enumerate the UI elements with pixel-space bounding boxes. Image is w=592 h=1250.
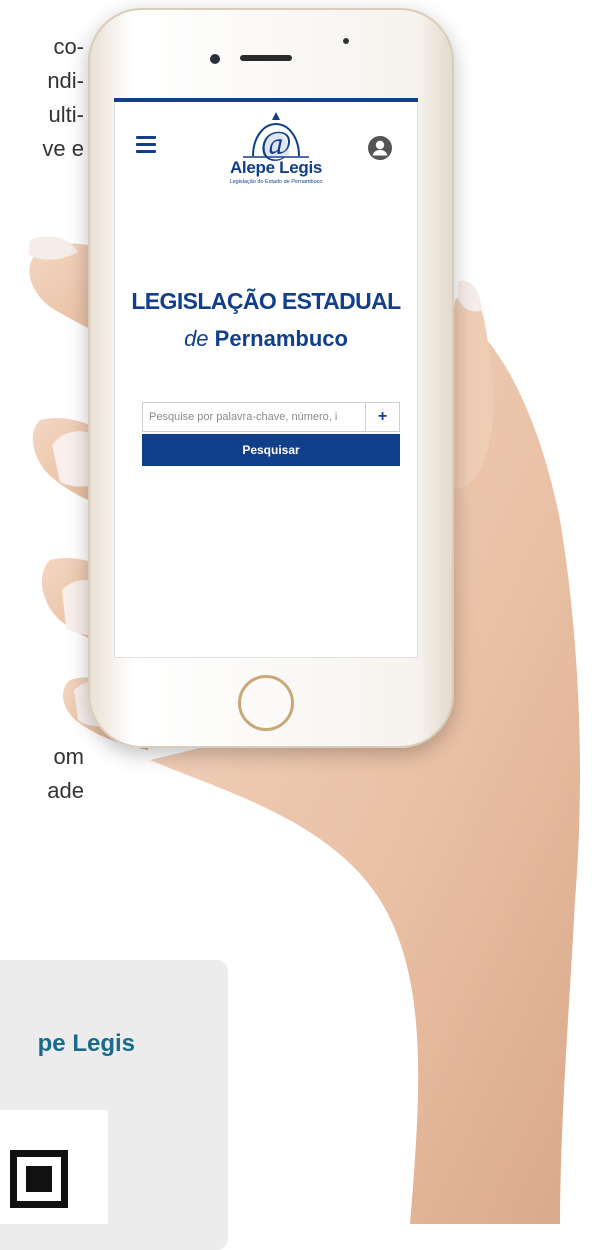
plus-icon: + (378, 408, 387, 425)
proximity-sensor (343, 38, 349, 44)
subtitle-prefix: de (184, 326, 208, 351)
page-subtitle: de Pernambuco (114, 326, 418, 352)
user-icon[interactable] (368, 136, 392, 160)
header-accent-bar (114, 98, 418, 102)
advanced-search-button[interactable]: + (366, 402, 400, 432)
page-title: LEGISLAÇÃO ESTADUAL (114, 288, 418, 315)
earpiece-speaker (240, 55, 292, 61)
logo[interactable]: @ Alepe Legis Legislação do Estado de Pe… (206, 110, 346, 200)
logo-name: Alepe Legis (206, 158, 346, 178)
search-button[interactable]: Pesquisar (142, 434, 400, 466)
home-button[interactable] (238, 675, 294, 731)
search-row: + (142, 402, 400, 432)
logo-icon: @ (241, 110, 311, 164)
menu-icon[interactable] (136, 136, 156, 152)
subtitle-state: Pernambuco (215, 326, 348, 351)
front-camera (210, 54, 220, 64)
logo-subtitle: Legislação do Estado de Pernambuco (206, 179, 346, 185)
phone-screen: @ Alepe Legis Legislação do Estado de Pe… (114, 98, 418, 658)
search-input[interactable] (142, 402, 366, 432)
